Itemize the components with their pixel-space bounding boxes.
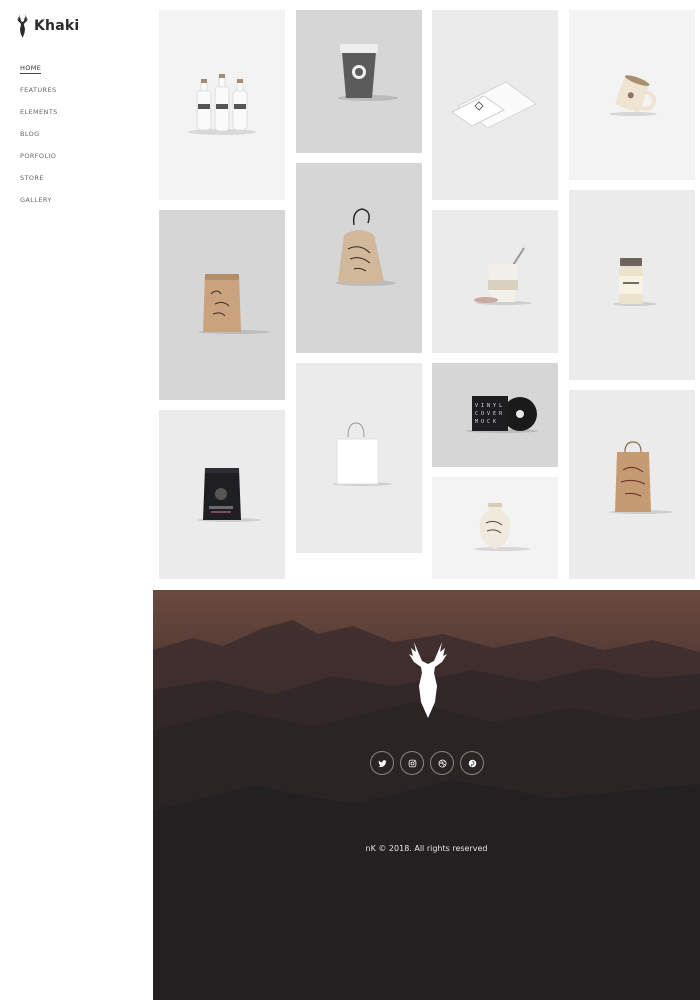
drawstring-bag-image	[336, 208, 396, 286]
coffee-bag-image	[197, 468, 261, 522]
dribbble-icon	[438, 759, 446, 767]
gallery-item-ceramic-vase[interactable]	[432, 477, 558, 579]
gallery-item-business-cards[interactable]	[432, 10, 558, 200]
ceramic-vase-image	[474, 503, 530, 551]
svg-text:V I N Y L: V I N Y L	[475, 403, 502, 409]
glass-jar-image	[613, 258, 657, 306]
instagram-icon	[408, 759, 416, 767]
gallery-grid: V I N Y L C O V E R M O C K	[0, 0, 700, 590]
milk-bottles-image	[188, 74, 256, 135]
kraft-bag-image	[609, 441, 673, 514]
gallery-item-cup-with-straw[interactable]	[432, 210, 558, 353]
enamel-mug-image	[609, 75, 657, 116]
gallery-item-coffee-bag[interactable]	[159, 410, 285, 579]
svg-text:M O C K: M O C K	[475, 419, 496, 425]
gallery-item-vinyl-record[interactable]: V I N Y L C O V E R M O C K	[432, 363, 558, 467]
copyright-text: nK © 2018. All rights reserved	[365, 844, 488, 853]
twitter-link[interactable]	[370, 751, 394, 775]
paper-pouch-image	[198, 274, 270, 334]
social-links	[370, 751, 484, 775]
vinyl-record-image: V I N Y L C O V E R M O C K	[466, 396, 538, 433]
pinterest-link[interactable]	[460, 751, 484, 775]
shopping-bag-image	[332, 422, 392, 486]
cup-with-straw-image	[474, 247, 532, 305]
gallery-item-drawstring-bag[interactable]	[296, 163, 422, 353]
deer-emblem-icon	[409, 642, 447, 718]
footer: nK © 2018. All rights reserved	[153, 590, 700, 1000]
gallery-item-shopping-bag[interactable]	[296, 363, 422, 553]
pinterest-icon	[468, 759, 476, 767]
svg-text:C O V E R: C O V E R	[475, 411, 503, 417]
gallery-item-enamel-mug[interactable]	[569, 10, 695, 180]
gallery-item-paper-pouch[interactable]	[159, 210, 285, 400]
dribbble-link[interactable]	[430, 751, 454, 775]
twitter-icon	[377, 759, 387, 767]
coffee-cup-image	[338, 44, 398, 101]
gallery-item-milk-bottles[interactable]	[159, 10, 285, 200]
gallery-item-glass-jar[interactable]	[569, 190, 695, 380]
gallery-item-coffee-cup[interactable]	[296, 10, 422, 153]
gallery-item-kraft-bag[interactable]	[569, 390, 695, 579]
instagram-link[interactable]	[400, 751, 424, 775]
business-cards-image	[451, 81, 537, 129]
